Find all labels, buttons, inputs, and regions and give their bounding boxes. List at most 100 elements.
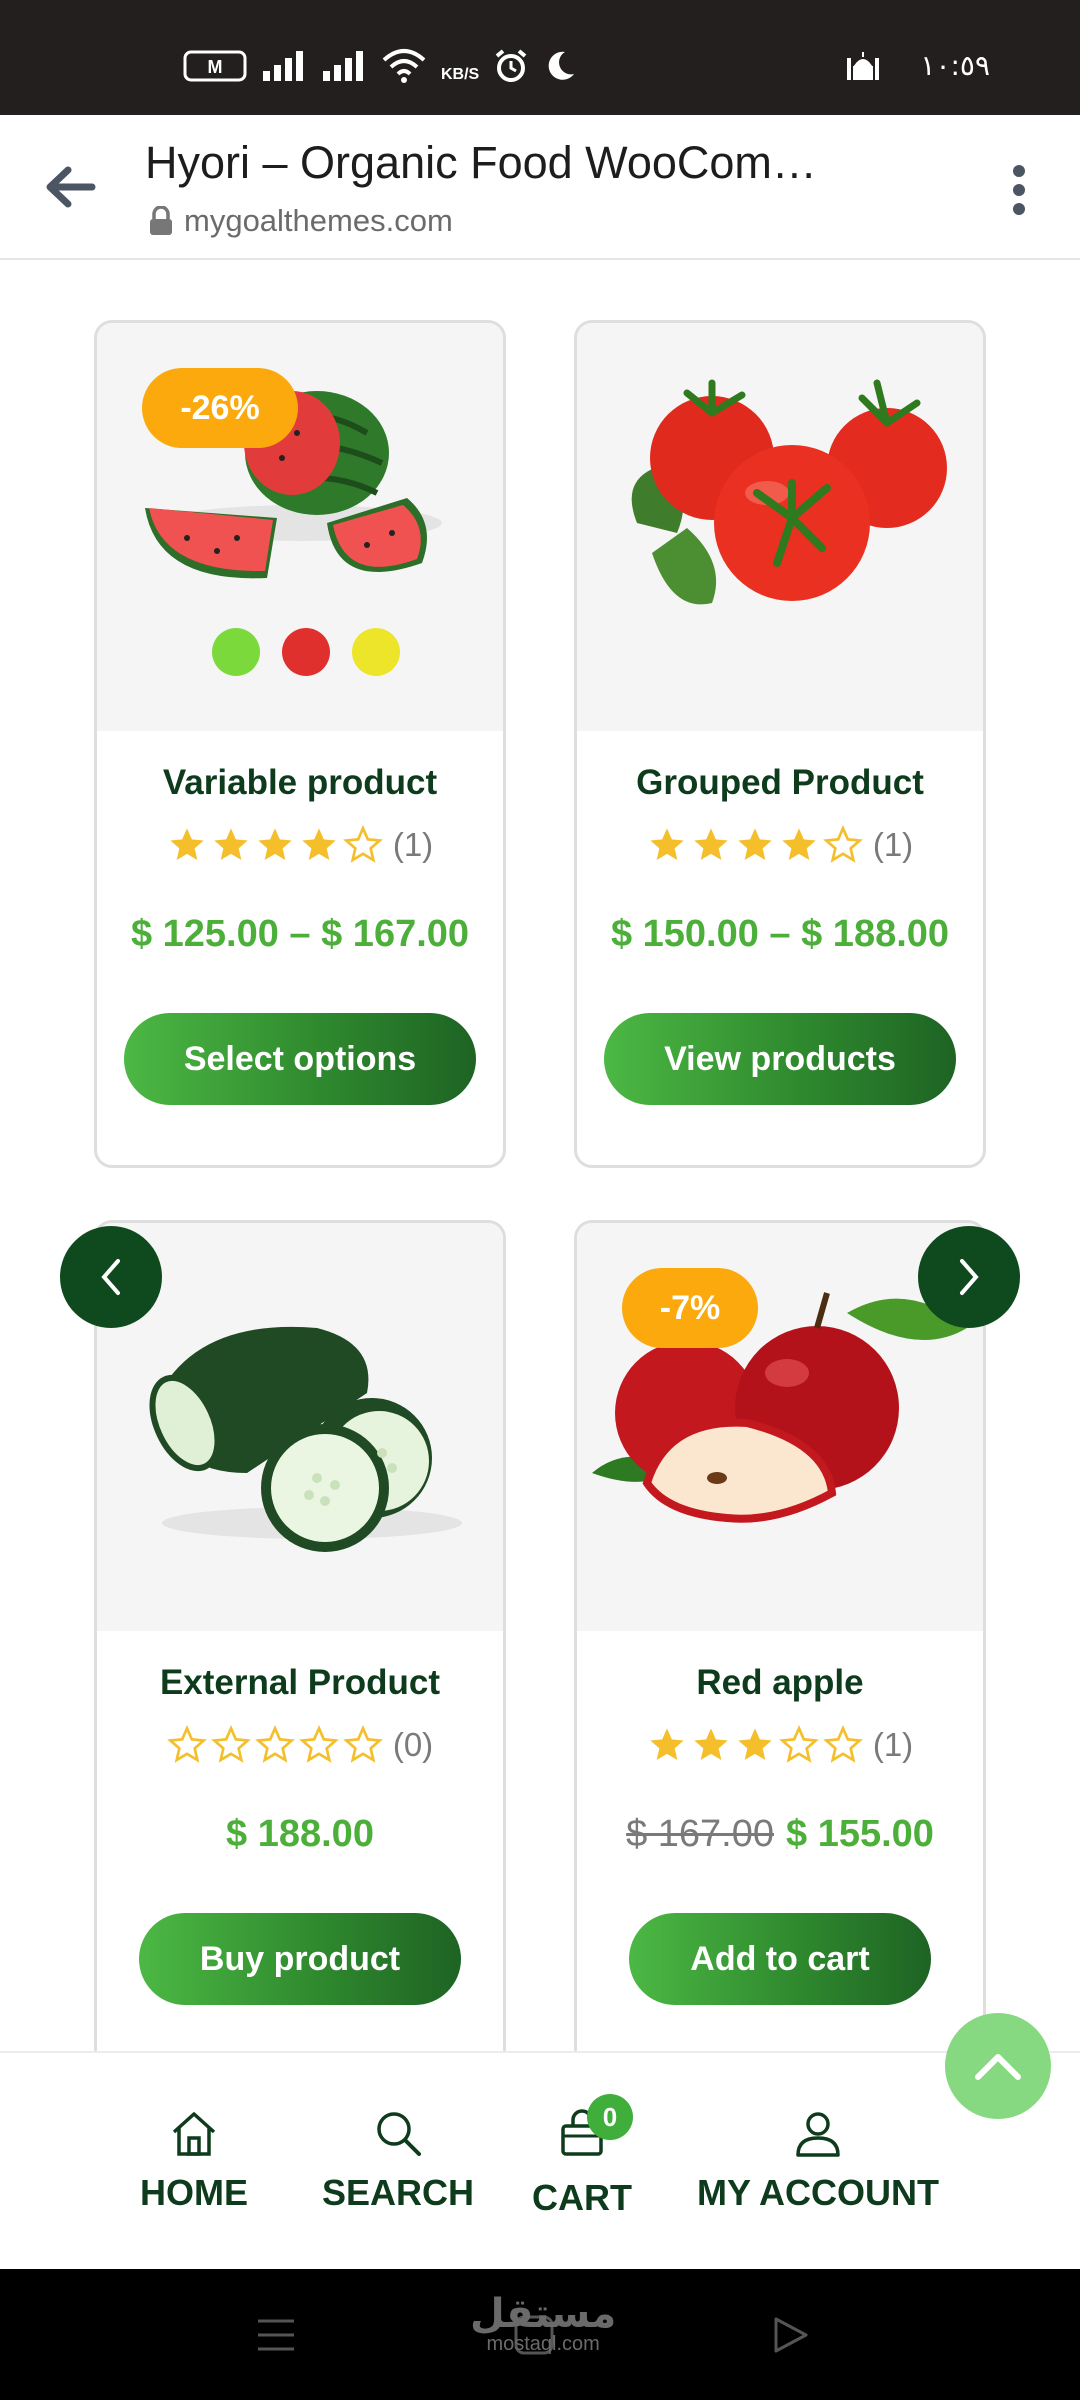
recents-menu-icon[interactable] [256, 2315, 296, 2355]
signal-icon [263, 51, 303, 81]
star-empty-icon [342, 825, 383, 863]
carousel-prev-button[interactable] [60, 1226, 162, 1328]
star-filled-icon [214, 828, 248, 860]
star-rating: (0) [97, 1725, 503, 1765]
clock: ١٠:٥٩ [920, 48, 990, 82]
system-navigation-bar: مستقل mostaql.com [0, 2269, 1080, 2400]
price-current: $ 155.00 [786, 1813, 934, 1855]
product-name[interactable]: Red apple [577, 1663, 983, 1703]
chevron-right-icon [960, 1259, 979, 1295]
status-bar: M KB/S ١٠:٥٩ [0, 0, 1080, 115]
browser-header: Hyori – Organic Food WooCom… mygoaltheme… [0, 115, 1080, 260]
nav-item-search[interactable]: SEARCH [322, 2108, 474, 2214]
url-bar[interactable]: mygoalthemes.com [148, 203, 453, 239]
sim-card-icon: M [183, 50, 247, 82]
star-empty-icon [166, 1725, 207, 1763]
bottom-navigation: HOME SEARCH 0 CART MY ACCOUNT [0, 2051, 1080, 2269]
star-empty-icon [298, 1725, 339, 1763]
price-current: $ 150.00 – $ 188.00 [610, 913, 950, 955]
product-price: $ 150.00 – $ 188.00 [577, 913, 983, 956]
star-empty-icon [210, 1725, 251, 1763]
star-rating: (1) [577, 825, 983, 865]
add-to-cart-button[interactable]: Add to cart [629, 1913, 931, 2005]
star-empty-icon [254, 1725, 295, 1763]
cart-count-badge: 0 [586, 2094, 633, 2140]
star-filled-icon [170, 828, 204, 860]
signal-icon-2 [323, 51, 363, 81]
rating-count: (0) [392, 1726, 434, 1763]
nav-label-search: SEARCH [322, 2172, 475, 2213]
sim-label: M [208, 57, 223, 77]
star-filled-icon [650, 1728, 684, 1760]
view-products-button[interactable]: View products [604, 1013, 956, 1105]
star-rating: (1) [577, 1725, 983, 1765]
nav-item-home[interactable]: HOME [140, 2108, 248, 2214]
select-options-button[interactable]: Select options [124, 1013, 476, 1105]
cart-icon-wrapper: 0 [557, 2094, 633, 2163]
rating-count: (1) [872, 826, 914, 863]
star-filled-icon [694, 828, 728, 860]
swatch-green[interactable] [212, 628, 260, 676]
back-triangle-icon[interactable] [770, 2315, 810, 2355]
product-price: $ 125.00 – $ 167.00 [97, 913, 503, 956]
star-filled-icon [694, 1728, 728, 1760]
stars [167, 825, 387, 865]
star-filled-icon [650, 828, 684, 860]
moon-icon [548, 51, 575, 80]
back-button[interactable] [38, 155, 102, 219]
search-icon [377, 2112, 421, 2156]
star-empty-icon [822, 825, 863, 863]
star-filled-icon [782, 828, 816, 860]
alarm-icon [495, 49, 527, 82]
star-filled-icon [738, 828, 772, 860]
rating-count: (1) [872, 1726, 914, 1763]
overflow-menu-button[interactable] [994, 155, 1044, 225]
nav-label-home: HOME [140, 2172, 248, 2213]
stars [647, 1725, 867, 1765]
more-vert-icon [1013, 165, 1025, 215]
product-card[interactable]: External Product (0) $ 188.00 Buy produc… [94, 1220, 506, 2068]
product-image-area[interactable] [577, 323, 983, 731]
stars [166, 1725, 387, 1765]
star-filled-icon [258, 828, 292, 860]
page-title: Hyori – Organic Food WooCom… [145, 137, 817, 188]
lock-icon [150, 206, 172, 235]
status-indicators-right: ١٠:٥٩ [846, 48, 990, 82]
swatch-red[interactable] [282, 628, 330, 676]
nav-item-account[interactable]: MY ACCOUNT [697, 2108, 939, 2214]
user-icon [796, 2112, 840, 2157]
price-current: $ 188.00 [226, 1813, 374, 1855]
star-filled-icon [302, 828, 336, 860]
star-empty-icon [778, 1725, 819, 1763]
product-card[interactable]: -7% Red apple (1) $ 167.00 $ 155.00 Add t… [574, 1220, 986, 2068]
swatch-yellow[interactable] [352, 628, 400, 676]
mosque-icon [847, 52, 880, 80]
tomatoes-image[interactable] [577, 323, 986, 731]
watermark: مستقل mostaql.com [470, 2291, 616, 2356]
product-name[interactable]: Variable product [97, 763, 503, 803]
wifi-icon [382, 49, 426, 83]
product-name[interactable]: External Product [97, 1663, 503, 1703]
scroll-to-top-button[interactable] [945, 2013, 1051, 2119]
nav-item-cart[interactable]: 0 CART [532, 2094, 633, 2219]
price-current: $ 125.00 – $ 167.00 [130, 913, 470, 955]
discount-badge: -26% [142, 368, 298, 448]
watermark-arabic: مستقل [470, 2292, 617, 2336]
carousel-next-button[interactable] [918, 1226, 1020, 1328]
product-price: $ 167.00 $ 155.00 [577, 1813, 983, 1856]
star-empty-icon [822, 1725, 863, 1763]
product-name[interactable]: Grouped Product [577, 763, 983, 803]
nav-label-cart: CART [532, 2177, 632, 2218]
stars [647, 825, 867, 865]
product-price: $ 188.00 [97, 1813, 503, 1856]
price-old: $ 167.00 [626, 1813, 774, 1855]
status-indicators-left: M KB/S [183, 48, 577, 84]
buy-product-button[interactable]: Buy product [139, 1913, 461, 2005]
discount-badge: -7% [622, 1268, 758, 1348]
watermark-latin: mostaql.com [486, 2333, 600, 2355]
product-card[interactable]: -26% Variable product (1) $ 125.00 – $ 1… [94, 320, 506, 1168]
network-speed-unit: KB/S [441, 66, 480, 83]
product-image-area[interactable]: -26% [97, 323, 503, 731]
product-card[interactable]: Grouped Product (1) $ 150.00 – $ 188.00 … [574, 320, 986, 1168]
star-empty-icon [342, 1725, 383, 1763]
